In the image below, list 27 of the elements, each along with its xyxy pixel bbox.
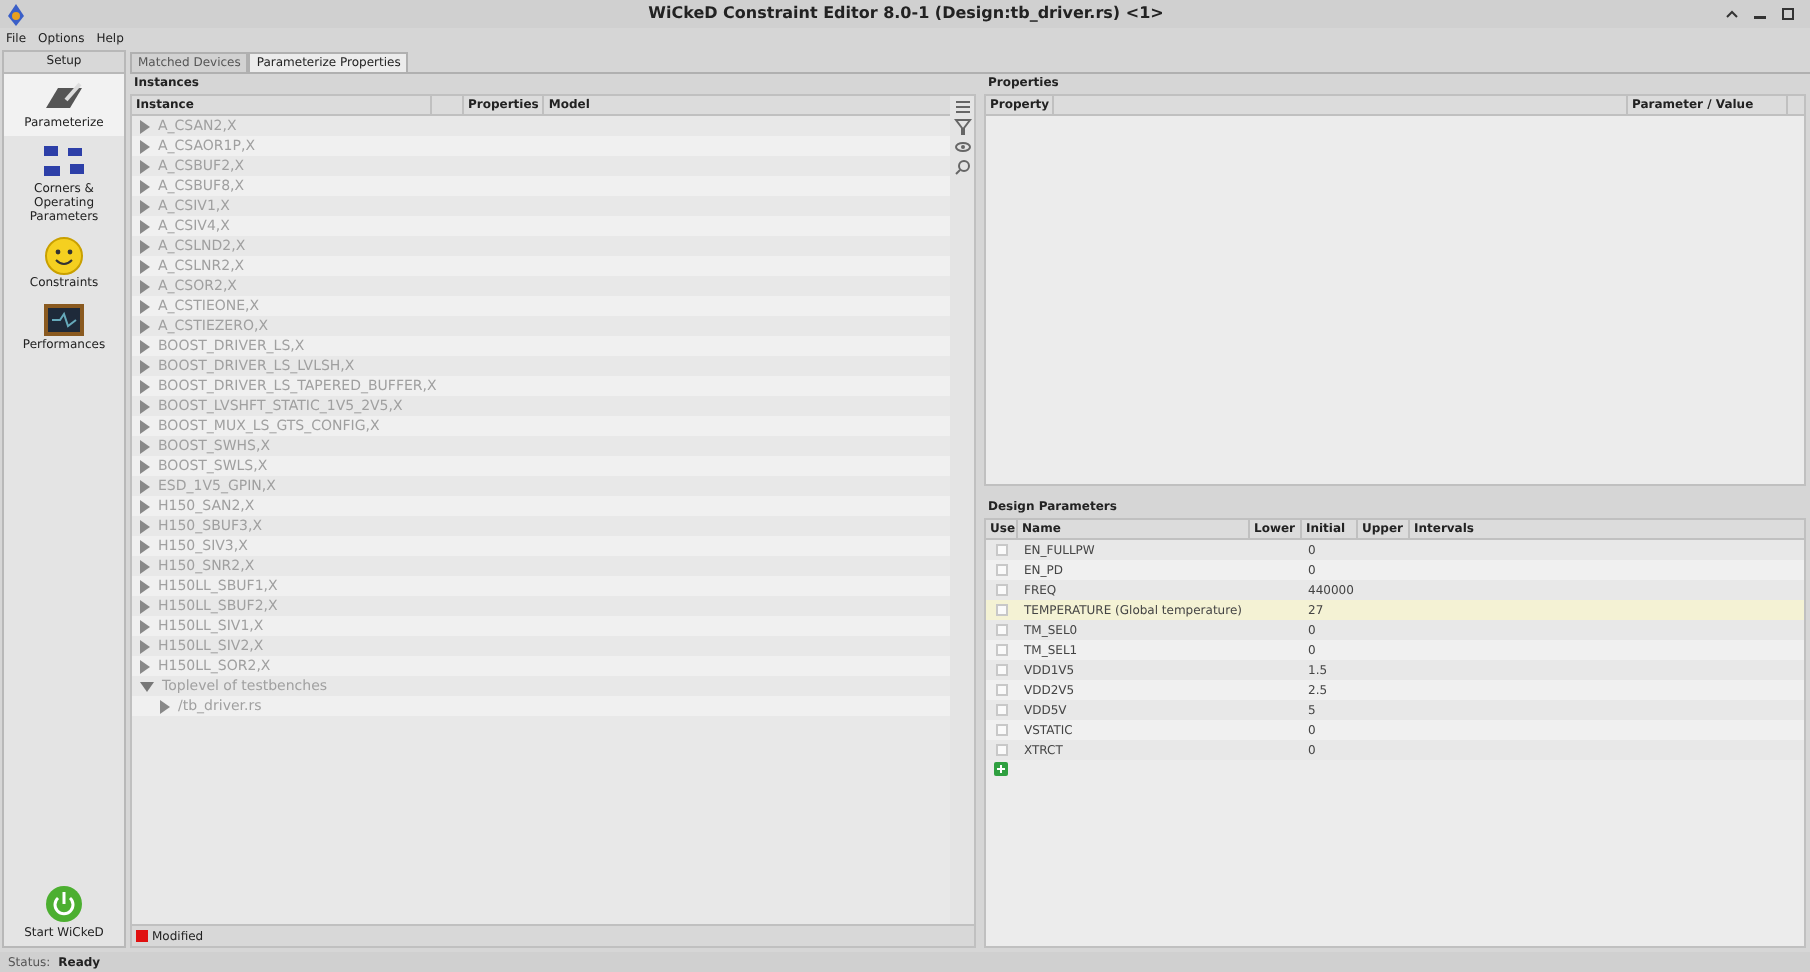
maximize-icon[interactable]: [1782, 8, 1794, 20]
checkbox[interactable]: [996, 704, 1008, 716]
blocks-icon: [40, 142, 88, 182]
monitor-icon: [42, 302, 86, 338]
window-title: WiCkeD Constraint Editor 8.0-1 (Design:tb_driver.rs) <1>: [648, 2, 1164, 26]
search-icon[interactable]: [953, 158, 971, 176]
checkbox[interactable]: [996, 604, 1008, 616]
checkbox[interactable]: [996, 564, 1008, 576]
checkbox[interactable]: [996, 544, 1008, 556]
app-logo-icon: [6, 3, 26, 25]
modified-indicator: [136, 930, 148, 942]
smiley-icon: [44, 236, 84, 276]
checkbox[interactable]: [996, 644, 1008, 656]
checkbox[interactable]: [996, 684, 1008, 696]
expanded-arrow-icon[interactable]: [140, 681, 154, 691]
collapsed-arrow-icon[interactable]: [160, 699, 170, 713]
caret-up-icon[interactable]: [1726, 10, 1738, 18]
add-icon[interactable]: [994, 762, 1008, 776]
checkbox[interactable]: [996, 584, 1008, 596]
checkbox[interactable]: [996, 664, 1008, 676]
checkbox[interactable]: [996, 624, 1008, 636]
power-icon: [44, 884, 84, 924]
filter-icon[interactable]: [953, 118, 971, 136]
list-icon[interactable]: [953, 98, 971, 116]
checkbox[interactable]: [996, 744, 1008, 756]
eye-icon[interactable]: [953, 138, 971, 156]
checkbox[interactable]: [996, 724, 1008, 736]
